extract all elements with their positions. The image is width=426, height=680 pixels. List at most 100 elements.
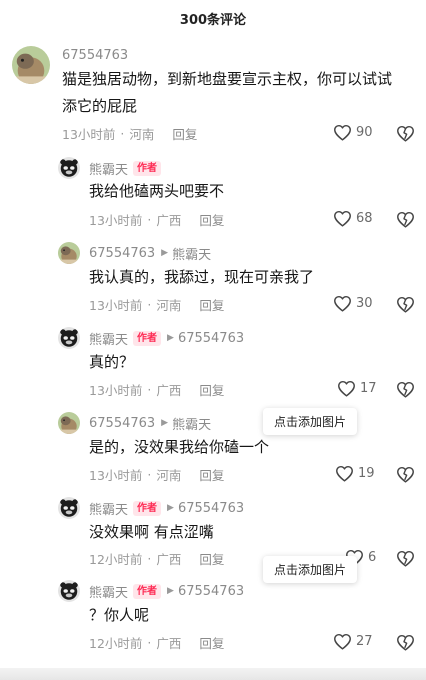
comment-location: 广西: [156, 382, 182, 398]
comment-author-name[interactable]: 熊霸天: [89, 329, 128, 348]
comment-author-line: 熊霸天 作者 ▶ 67554763: [89, 329, 244, 348]
reply-button[interactable]: 回复: [199, 549, 224, 568]
like-count: 17: [360, 381, 377, 396]
avatar[interactable]: [58, 497, 80, 519]
reply-button[interactable]: 回复: [199, 465, 224, 484]
comment-location: 河南: [156, 467, 182, 483]
add-image-tooltip[interactable]: 点击添加图片: [263, 408, 358, 435]
broken-heart-icon[interactable]: [396, 550, 415, 567]
cat-avatar-icon: [58, 242, 80, 264]
broken-heart-icon[interactable]: [396, 211, 415, 228]
meta-separator: ·: [147, 211, 152, 227]
cat-avatar-icon: [12, 46, 50, 84]
comment-text: 真的？: [89, 353, 135, 371]
bottom-input-bar-edge: [0, 668, 426, 680]
add-image-tooltip[interactable]: 点击添加图片: [263, 556, 358, 583]
like-count: 27: [356, 634, 373, 649]
comment-author-line: 67554763 ▶ 熊霸天: [89, 414, 211, 433]
reply-button[interactable]: 回复: [199, 210, 224, 229]
comment-time: 12小时前: [89, 551, 143, 567]
comment-meta: 12小时前 · 广西 回复: [89, 549, 224, 567]
triangle-right-icon: ▶: [167, 333, 174, 343]
heart-outline-icon: [333, 124, 352, 141]
comment-location: 河南: [156, 297, 182, 313]
comments-header: 300条评论: [0, 0, 426, 36]
reply-target-name[interactable]: 熊霸天: [172, 244, 211, 263]
comment-time: 13小时前: [89, 212, 143, 228]
comment-meta: 13小时前 · 河南 回复: [89, 295, 224, 313]
avatar[interactable]: [58, 327, 80, 349]
bear-avatar-icon: [58, 497, 80, 519]
author-badge: 作者: [133, 160, 162, 176]
comment-location: 广西: [156, 551, 182, 567]
bear-avatar-icon: [58, 157, 80, 179]
comment-meta: 13小时前 · 广西 回复: [89, 210, 224, 228]
comment-text: ？你人呢: [89, 606, 150, 624]
comment-count-title: 300条评论: [179, 12, 247, 28]
triangle-right-icon: ▶: [167, 586, 174, 596]
broken-heart-icon[interactable]: [396, 125, 415, 142]
comment-text: 我给他磕两头吧要不: [89, 182, 225, 200]
author-badge: 作者: [133, 500, 162, 516]
meta-separator: ·: [147, 634, 152, 650]
comment-meta: 13小时前 · 河南 回复: [89, 465, 224, 483]
comment-author-line: 67554763 ▶ 熊霸天: [89, 244, 211, 263]
comment-time: 13小时前: [62, 126, 116, 142]
avatar[interactable]: [58, 242, 80, 264]
comment-author-line: 熊霸天 作者 ▶ 67554763: [89, 499, 244, 518]
bear-avatar-icon: [58, 327, 80, 349]
avatar[interactable]: [58, 157, 80, 179]
comment-location: 河南: [129, 126, 155, 142]
comment-author-name[interactable]: 熊霸天: [89, 499, 128, 518]
triangle-right-icon: ▶: [161, 418, 169, 428]
heart-outline-icon: [333, 295, 352, 312]
meta-separator: ·: [147, 466, 152, 482]
comment-time: 13小时前: [89, 297, 143, 313]
reply-button[interactable]: 回复: [172, 124, 197, 143]
broken-heart-icon[interactable]: [396, 381, 415, 398]
cat-avatar-icon: [58, 412, 80, 434]
comment-author-name[interactable]: 67554763: [62, 48, 128, 63]
reply-target-name[interactable]: 67554763: [178, 331, 244, 346]
like-button[interactable]: 68: [333, 210, 373, 227]
reply-target-name[interactable]: 熊霸天: [172, 414, 211, 433]
comment-author-name[interactable]: 熊霸天: [89, 159, 128, 178]
broken-heart-icon[interactable]: [396, 466, 415, 483]
comment-text: 没效果啊 有点涩嘴: [89, 523, 214, 541]
comment-author-name[interactable]: 67554763: [89, 416, 155, 431]
meta-separator: ·: [147, 296, 152, 312]
comment-author-line: 67554763: [62, 46, 128, 64]
broken-heart-icon[interactable]: [396, 634, 415, 651]
avatar[interactable]: [58, 580, 80, 602]
heart-outline-icon: [333, 633, 352, 650]
reply-button[interactable]: 回复: [199, 633, 224, 652]
like-button[interactable]: 30: [333, 295, 373, 312]
like-button[interactable]: 90: [333, 124, 373, 141]
like-count: 90: [356, 125, 373, 140]
reply-button[interactable]: 回复: [199, 380, 224, 399]
comment-time: 13小时前: [89, 382, 143, 398]
comment-author-line: 熊霸天 作者 ▶ 67554763: [89, 582, 244, 601]
triangle-right-icon: ▶: [161, 248, 169, 258]
avatar[interactable]: [58, 412, 80, 434]
comment-time: 12小时前: [89, 635, 143, 651]
comment-author-name[interactable]: 67554763: [89, 246, 155, 261]
like-button[interactable]: 17: [337, 380, 377, 397]
comment-text: 是的，没效果我给你磕一个: [89, 438, 270, 456]
avatar[interactable]: [12, 46, 50, 84]
meta-separator: ·: [120, 125, 125, 141]
reply-target-name[interactable]: 67554763: [178, 501, 244, 516]
comment-author-name[interactable]: 熊霸天: [89, 582, 128, 601]
comment-meta: 13小时前 · 河南 回复: [62, 124, 197, 142]
comment-location: 广西: [156, 212, 182, 228]
heart-outline-icon: [335, 465, 354, 482]
like-button[interactable]: 27: [333, 633, 373, 650]
broken-heart-icon[interactable]: [396, 296, 415, 313]
heart-outline-icon: [333, 210, 352, 227]
comment-time: 13小时前: [89, 467, 143, 483]
comment-text: 猫是独居动物，到新地盘要宣示主权，你可以试试 添它的屁屁: [62, 70, 393, 115]
like-button[interactable]: 19: [335, 465, 375, 482]
heart-outline-icon: [337, 380, 356, 397]
reply-button[interactable]: 回复: [199, 295, 224, 314]
reply-target-name[interactable]: 67554763: [178, 584, 244, 599]
